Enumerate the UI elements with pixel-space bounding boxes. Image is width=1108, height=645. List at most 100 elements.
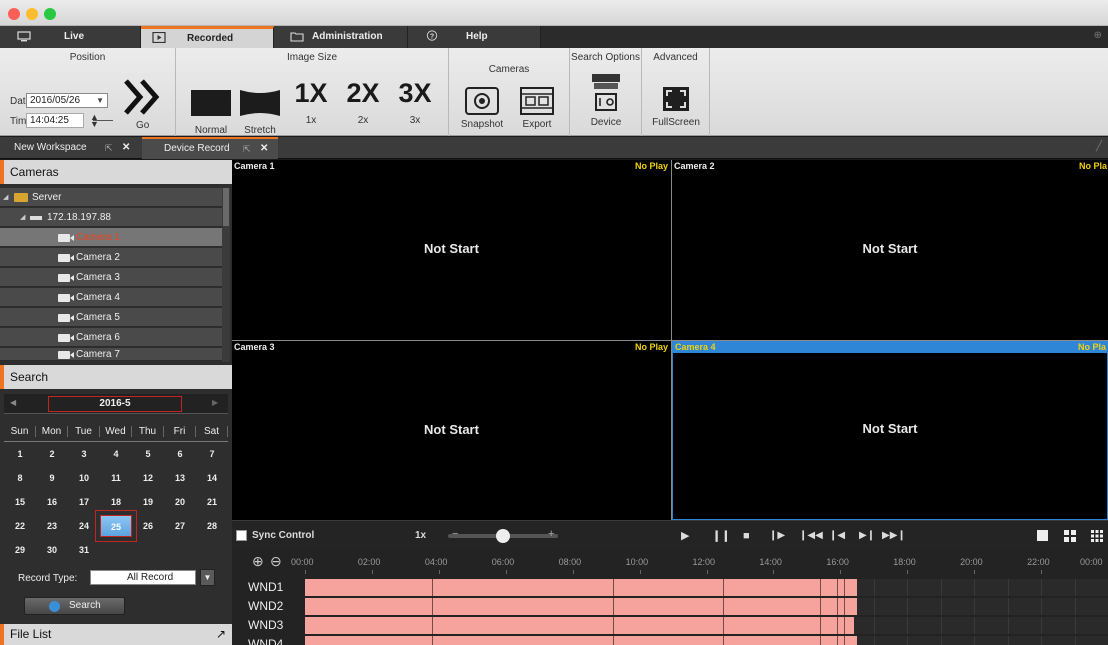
- calendar-day[interactable]: 26: [132, 515, 164, 537]
- calendar-day[interactable]: 2: [36, 443, 68, 465]
- calendar-day[interactable]: 5: [132, 443, 164, 465]
- next-icon[interactable]: ▶❙: [859, 529, 875, 543]
- snapshot-button[interactable]: Snapshot: [457, 86, 507, 130]
- calendar-day[interactable]: 11: [100, 467, 132, 489]
- tree-camera-1[interactable]: Camera 1: [0, 228, 222, 247]
- record-segment[interactable]: [305, 579, 858, 596]
- record-type-dropdown-icon[interactable]: ▼: [200, 569, 215, 586]
- layout-2x2-icon[interactable]: [1064, 530, 1076, 542]
- calendar-day[interactable]: 3: [68, 443, 100, 465]
- calendar-day[interactable]: 6: [164, 443, 196, 465]
- collapse-icon[interactable]: ╱: [1096, 141, 1102, 152]
- pause-icon[interactable]: ❙❙: [712, 529, 730, 543]
- close-tab-icon[interactable]: ✕: [122, 137, 130, 159]
- tree-server[interactable]: ◢ Server: [0, 188, 222, 207]
- fullscreen-button[interactable]: FullScreen: [646, 84, 706, 128]
- calendar-day[interactable]: 25: [100, 515, 132, 537]
- zoom-in-icon[interactable]: ⊕: [252, 553, 264, 570]
- calendar-day[interactable]: 10: [68, 467, 100, 489]
- calendar-day[interactable]: 24: [68, 515, 100, 537]
- tab-live[interactable]: Live: [0, 26, 141, 48]
- calendar-day[interactable]: 29: [4, 539, 36, 561]
- calendar-month-label[interactable]: 2016-5: [48, 396, 182, 412]
- speed-plus-icon[interactable]: +: [548, 528, 554, 540]
- calendar-day[interactable]: 4: [100, 443, 132, 465]
- time-input[interactable]: 14:04:25: [26, 113, 84, 128]
- tree-camera-4[interactable]: Camera 4: [0, 288, 222, 307]
- normal-button[interactable]: Normal: [186, 90, 236, 136]
- tab-new-workspace[interactable]: New Workspace ⇱ ✕: [0, 137, 142, 159]
- tab-device-record[interactable]: Device Record ⇱ ✕: [142, 137, 278, 159]
- tree-camera-7[interactable]: Camera 7: [0, 348, 222, 361]
- previous-icon[interactable]: ❙◀: [829, 529, 845, 543]
- tree-camera-3[interactable]: Camera 3: [0, 268, 222, 287]
- sync-control-checkbox[interactable]: [236, 530, 247, 541]
- go-button[interactable]: Go: [120, 73, 164, 131]
- record-segment[interactable]: [305, 636, 858, 645]
- calendar-day[interactable]: 19: [132, 491, 164, 513]
- calendar-day[interactable]: 13: [164, 467, 196, 489]
- calendar-day[interactable]: 28: [196, 515, 228, 537]
- search-button[interactable]: Search: [24, 597, 125, 615]
- calendar-day[interactable]: 31: [68, 539, 100, 561]
- skip-back-icon[interactable]: ❙◀◀: [799, 529, 823, 543]
- layout-3x3-icon[interactable]: [1091, 530, 1103, 542]
- layout-1x1-icon[interactable]: [1037, 530, 1048, 541]
- tab-recorded[interactable]: Recorded: [141, 26, 274, 48]
- video-tile-3[interactable]: Camera 3 No Play Not Start: [232, 341, 671, 520]
- record-segment[interactable]: [305, 598, 858, 615]
- timeline-track[interactable]: [305, 579, 1108, 596]
- close-tab-icon[interactable]: ✕: [260, 139, 268, 159]
- zoom-window-icon[interactable]: [44, 8, 56, 20]
- calendar-day[interactable]: 20: [164, 491, 196, 513]
- calendar-day[interactable]: 8: [4, 467, 36, 489]
- next-month-icon[interactable]: ▶: [212, 398, 218, 407]
- detach-icon[interactable]: ⇱: [105, 137, 113, 159]
- calendar-day[interactable]: 21: [196, 491, 228, 513]
- calendar-day[interactable]: 16: [36, 491, 68, 513]
- tab-help[interactable]: ? Help: [408, 26, 541, 48]
- video-tile-4[interactable]: Camera 4 No Pla Not Start: [672, 341, 1108, 520]
- timeline-track[interactable]: [305, 636, 1108, 645]
- step-forward-icon[interactable]: ❙▶: [769, 529, 785, 543]
- prev-month-icon[interactable]: ◀: [10, 398, 16, 407]
- speed-slider[interactable]: − +: [448, 528, 558, 543]
- detach-icon[interactable]: ⇱: [243, 139, 251, 159]
- calendar-day[interactable]: 15: [4, 491, 36, 513]
- date-input[interactable]: 2016/05/26 ▼: [26, 93, 108, 108]
- minimize-window-icon[interactable]: [26, 8, 38, 20]
- speed-minus-icon[interactable]: −: [452, 528, 458, 540]
- expand-arrow-icon[interactable]: ↗: [216, 624, 226, 645]
- calendar-day[interactable]: 9: [36, 467, 68, 489]
- timeline-track[interactable]: [305, 617, 1108, 634]
- expand-icon[interactable]: ◢: [3, 188, 8, 207]
- export-button[interactable]: Export: [509, 86, 565, 130]
- calendar-day[interactable]: 27: [164, 515, 196, 537]
- tab-administration[interactable]: Administration: [274, 26, 408, 48]
- calendar-day[interactable]: 12: [132, 467, 164, 489]
- time-stepper-icon[interactable]: ▲ ▼: [90, 113, 99, 129]
- calendar-day[interactable]: 14: [196, 467, 228, 489]
- speed-slider-thumb[interactable]: [496, 529, 510, 543]
- tree-device[interactable]: ◢ 172.18.197.88: [0, 208, 222, 227]
- record-type-select[interactable]: All Record: [90, 570, 196, 585]
- zoom-out-icon[interactable]: ⊖: [270, 553, 282, 570]
- zoom-1x-button[interactable]: 1X 1x: [286, 78, 336, 126]
- tree-camera-6[interactable]: Camera 6: [0, 328, 222, 347]
- video-tile-1[interactable]: Camera 1 No Play Not Start: [232, 160, 671, 340]
- zoom-2x-button[interactable]: 2X 2x: [338, 78, 388, 126]
- record-segment[interactable]: [305, 617, 854, 634]
- play-icon[interactable]: ▶: [681, 529, 689, 543]
- tree-camera-2[interactable]: Camera 2: [0, 248, 222, 267]
- skip-forward-icon[interactable]: ▶▶❙: [882, 529, 906, 543]
- calendar-day[interactable]: 30: [36, 539, 68, 561]
- tree-scroll-thumb[interactable]: [223, 188, 229, 226]
- stop-icon[interactable]: ■: [743, 529, 750, 543]
- close-window-icon[interactable]: [8, 8, 20, 20]
- tree-scrollbar[interactable]: [222, 188, 230, 362]
- device-button[interactable]: Device: [574, 70, 638, 128]
- calendar-day[interactable]: 1: [4, 443, 36, 465]
- zoom-3x-button[interactable]: 3X 3x: [390, 78, 440, 126]
- stretch-button[interactable]: Stretch: [238, 90, 282, 136]
- calendar-day[interactable]: 23: [36, 515, 68, 537]
